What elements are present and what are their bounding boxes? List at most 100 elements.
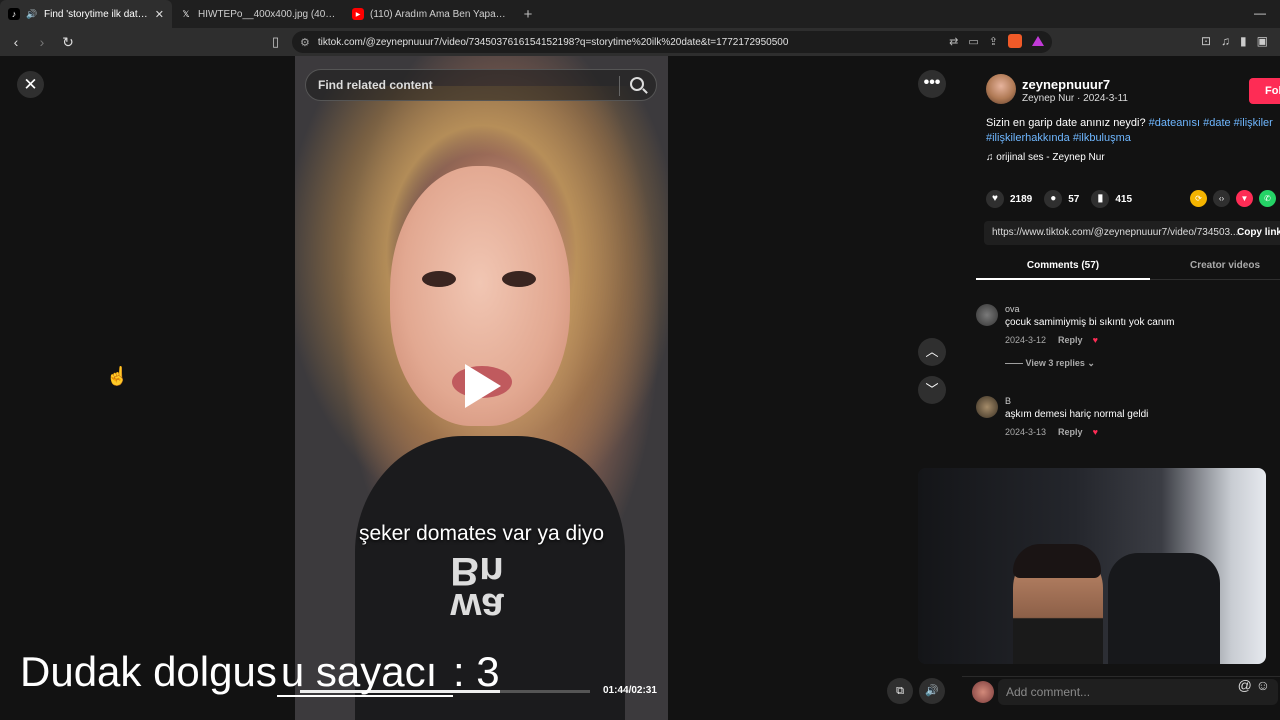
- stream-overlay-text: Dudak dolgusu sayacı : 3: [20, 648, 500, 697]
- url-text: tiktok.com/@zeynepnuuur7/video/734503761…: [317, 36, 789, 48]
- search-input[interactable]: Find related content: [305, 69, 657, 101]
- music-icon: ♫: [986, 152, 997, 163]
- send-icon[interactable]: ▼: [1236, 190, 1253, 207]
- comment-date: 2024-3-12: [1005, 335, 1047, 345]
- view-replies-label: View 3 replies: [1025, 358, 1085, 368]
- like-comment-icon[interactable]: ♥: [1093, 427, 1098, 437]
- cast-icon[interactable]: ▭: [968, 35, 978, 48]
- close-tab-icon[interactable]: ✕: [155, 8, 164, 21]
- my-avatar[interactable]: [972, 681, 994, 703]
- tab-title: HIWTEPo__400x400.jpg (400×400): [198, 8, 336, 20]
- stats-row: ♥ 2189 ● 57 ▮ 415: [986, 190, 1132, 208]
- tab-image[interactable]: 𝕏 HIWTEPo__400x400.jpg (400×400): [172, 0, 344, 28]
- volume-icon[interactable]: 🔊: [919, 678, 945, 704]
- video-player[interactable]: wa Bn şeker domates var ya diyo: [295, 56, 668, 720]
- url-field[interactable]: ⚙ tiktok.com/@zeynepnuuur7/video/7345037…: [292, 31, 1052, 53]
- author-subline: Zeynep Nur · 2024-3-11: [1022, 93, 1128, 104]
- speaker-icon: 🔊: [26, 8, 38, 19]
- search-placeholder: Find related content: [318, 78, 433, 92]
- browser-tab-bar: ♪ 🔊 Find 'storytime ilk date' on TikTok …: [0, 0, 1280, 28]
- embed-icon[interactable]: ‹›: [1213, 190, 1230, 207]
- rewards-icon[interactable]: [1032, 36, 1044, 46]
- video-time: 01:44/02:31: [603, 685, 657, 696]
- like-count: 2189: [1010, 193, 1033, 205]
- search-icon[interactable]: [630, 77, 644, 91]
- youtube-icon: ▶: [352, 8, 364, 20]
- copy-link-button[interactable]: Copy link: [1237, 221, 1280, 245]
- commenter-name[interactable]: B: [1005, 396, 1011, 406]
- shirt-logo: wa Bn: [450, 549, 504, 629]
- search-divider: [619, 76, 620, 96]
- share-link-text: https://www.tiktok.com/@zeynepnuuur7/vid…: [992, 227, 1239, 238]
- bookmark-icon[interactable]: ▯: [272, 34, 279, 50]
- whatsapp-icon[interactable]: ✆: [1259, 190, 1276, 207]
- back-icon[interactable]: ‹: [6, 34, 26, 50]
- screenshot-icon[interactable]: ⊡: [1201, 34, 1211, 48]
- tiktok-page: ✕ wa Bn şeker domates var ya diyo Find re…: [0, 56, 1280, 720]
- brave-shield-icon[interactable]: [1008, 34, 1022, 48]
- commenter-avatar[interactable]: [976, 304, 998, 326]
- tab-comments[interactable]: Comments (57): [976, 260, 1150, 280]
- site-settings-icon[interactable]: ⚙: [300, 36, 310, 49]
- minimize-icon[interactable]: —: [1254, 6, 1266, 20]
- pip-icon[interactable]: ⧉: [887, 678, 913, 704]
- next-video-button[interactable]: ﹀: [918, 376, 946, 404]
- music-label: orijinal ses - Zeynep Nur: [996, 152, 1105, 163]
- close-video-button[interactable]: ✕: [17, 71, 44, 98]
- video-eye: [422, 271, 456, 287]
- add-comment-input[interactable]: Add comment...: [998, 679, 1278, 705]
- comment-text: aşkım demesi hariç normal geldi: [1005, 409, 1149, 420]
- tab-tiktok[interactable]: ♪ 🔊 Find 'storytime ilk date' on TikTok …: [0, 0, 172, 28]
- hand-cursor-icon: ☝: [106, 366, 129, 386]
- reload-icon[interactable]: ↻: [58, 34, 78, 51]
- hashtags-line1[interactable]: #dateanısı #date #ilişkiler: [1149, 117, 1273, 129]
- play-icon[interactable]: [465, 364, 501, 408]
- reply-button[interactable]: Reply: [1058, 427, 1083, 437]
- mention-icon[interactable]: @ ☺: [1238, 677, 1270, 693]
- comment-count: 57: [1068, 193, 1080, 205]
- new-tab-button[interactable]: +: [516, 6, 540, 23]
- comment-date: 2024-3-13: [1005, 427, 1047, 437]
- music-row[interactable]: ♫ orijinal ses - Zeynep Nur: [986, 152, 1105, 163]
- translate-icon[interactable]: ⇄: [949, 35, 958, 48]
- save-count: 415: [1115, 193, 1133, 205]
- like-comment-icon[interactable]: ♥: [1093, 335, 1098, 345]
- reply-button[interactable]: Reply: [1058, 335, 1083, 345]
- like-button[interactable]: ♥ 2189: [986, 190, 1032, 208]
- video-eye: [502, 271, 536, 287]
- comment-text: çocuk samimiymiş bi sıkıntı yok canım: [1005, 317, 1175, 328]
- music-icon[interactable]: ♫: [1221, 34, 1230, 48]
- comment-bar: Add comment... @ ☺: [962, 676, 1280, 720]
- more-options-button[interactable]: •••: [918, 70, 946, 98]
- comment-meta: 2024-3-13 Reply ♥: [1005, 427, 1098, 437]
- share-icon[interactable]: ⇪: [989, 35, 998, 48]
- commenter-avatar[interactable]: [976, 396, 998, 418]
- forward-icon[interactable]: ›: [32, 34, 52, 50]
- tab-creator-videos[interactable]: Creator videos: [1190, 260, 1260, 271]
- view-replies-button[interactable]: —— View 3 replies ⌄: [1005, 358, 1095, 369]
- share-link-box[interactable]: https://www.tiktok.com/@zeynepnuuur7/vid…: [984, 221, 1280, 245]
- author-username[interactable]: zeynepnuuur7: [1022, 77, 1110, 92]
- comment-tabs: Comments (57) Creator videos: [976, 252, 1280, 280]
- overlay-prefix: Dudak dolgus: [20, 648, 277, 695]
- comment-icon: ●: [1044, 190, 1063, 208]
- hashtags-line2[interactable]: #ilişkilerhakkında #ilkbuluşma: [986, 132, 1131, 144]
- commenter-name[interactable]: ova: [1005, 304, 1020, 314]
- save-button[interactable]: ▮ 415: [1091, 190, 1132, 208]
- author-avatar[interactable]: [986, 74, 1016, 104]
- video-caption: şeker domates var ya diyo: [358, 522, 605, 545]
- tiktok-icon: ♪: [8, 8, 20, 20]
- description-text: Sizin en garip date anınız neydi?: [986, 117, 1149, 129]
- video-description: Sizin en garip date anınız neydi? #datea…: [986, 116, 1280, 146]
- wallet-icon[interactable]: ▣: [1257, 34, 1268, 48]
- comment-button[interactable]: ● 57: [1044, 190, 1079, 208]
- heart-icon: ♥: [986, 190, 1004, 208]
- tab-title: Find 'storytime ilk date' on TikTok: [44, 8, 149, 20]
- previous-video-button[interactable]: ︿: [918, 338, 946, 366]
- address-bar: ‹ › ↻ ▯ ⚙ tiktok.com/@zeynepnuuur7/video…: [0, 28, 1280, 56]
- tab-youtube[interactable]: ▶ (110) Aradım Ama Ben Yapamam - YouTube: [344, 0, 516, 28]
- webcam-chair: [1108, 553, 1220, 664]
- repost-icon[interactable]: ⟳: [1190, 190, 1207, 207]
- follow-button[interactable]: Follow: [1249, 78, 1280, 104]
- sidebar-icon[interactable]: ▮: [1240, 34, 1247, 48]
